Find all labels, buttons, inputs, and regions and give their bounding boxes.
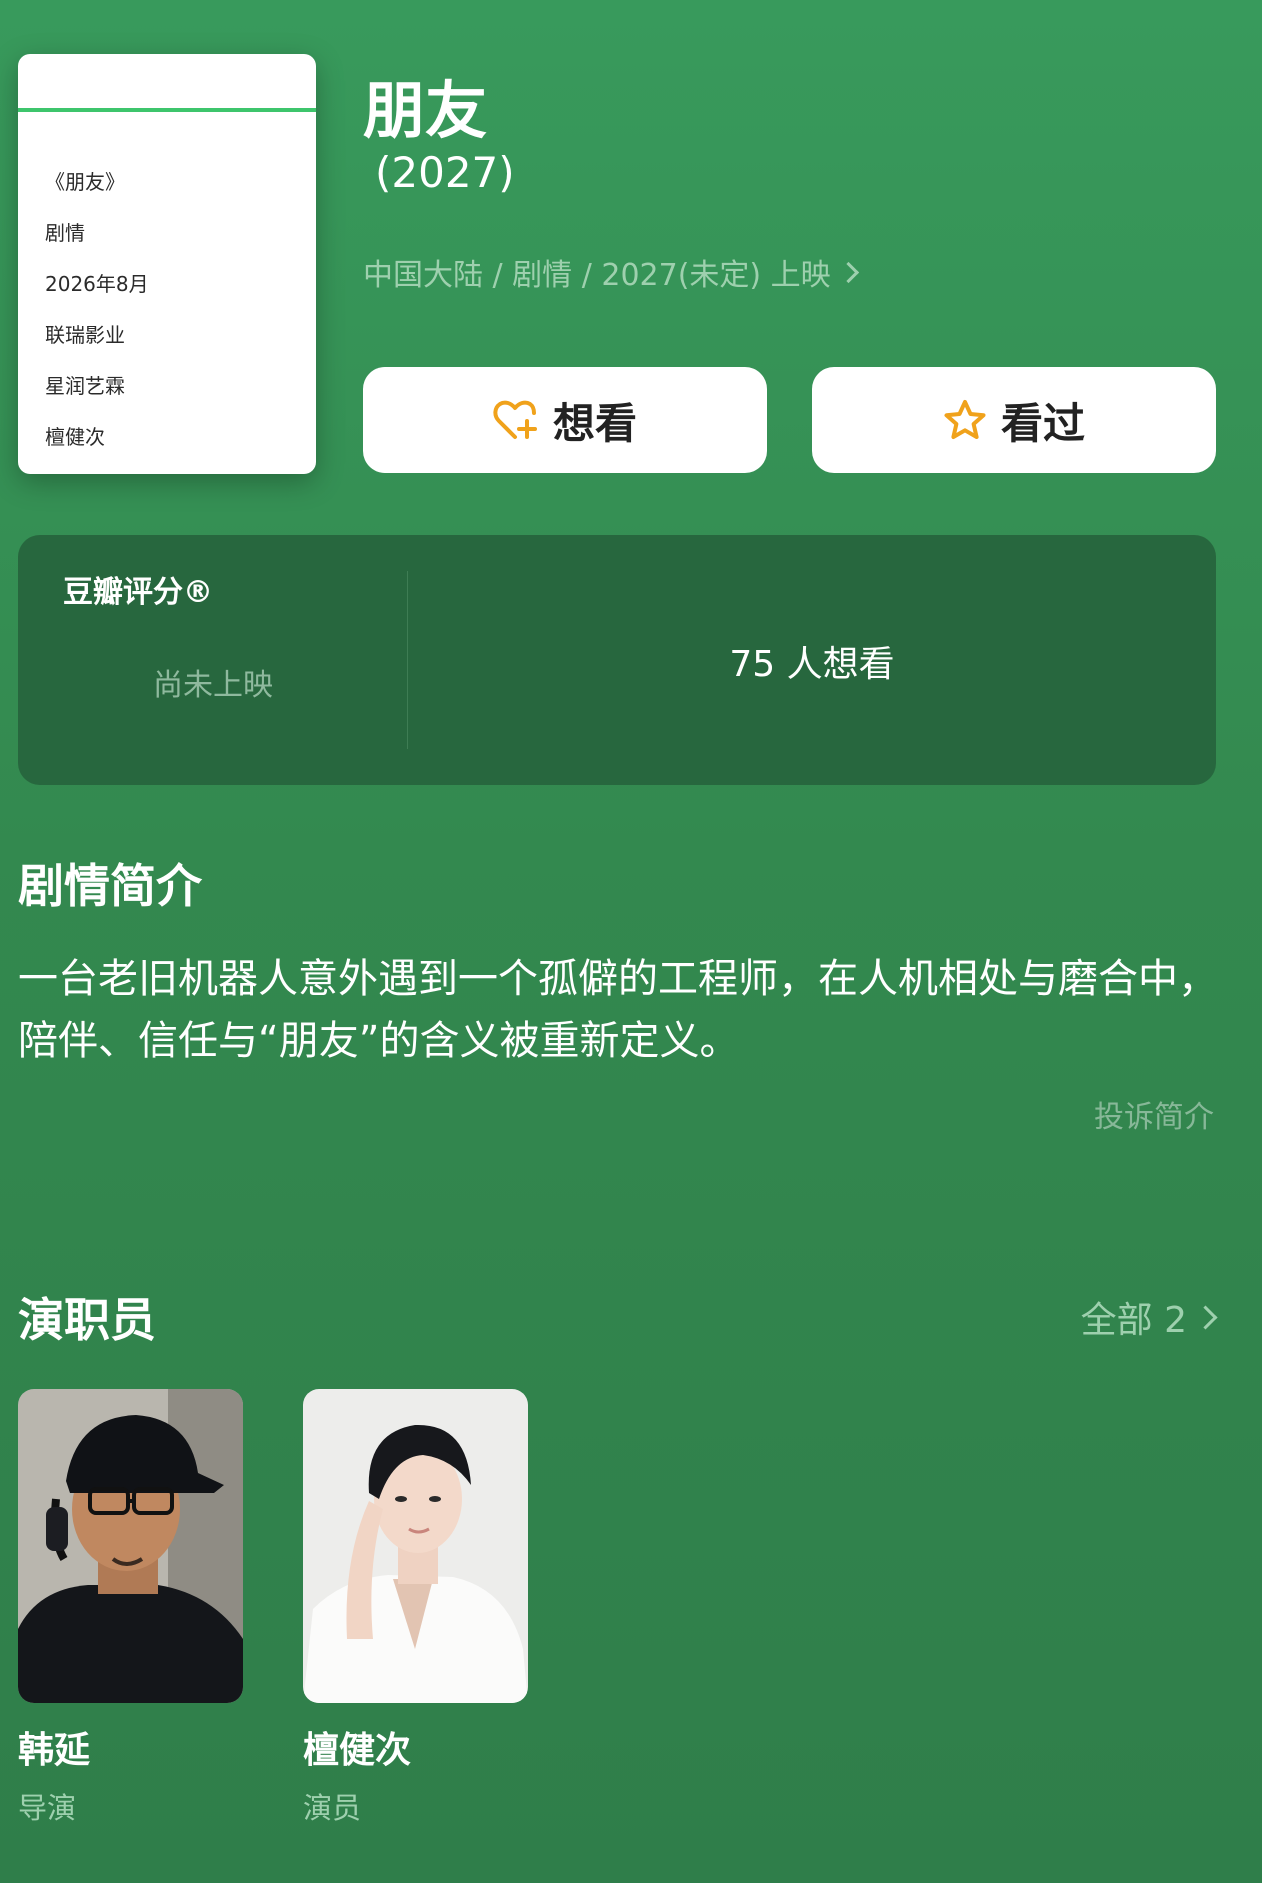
cast-name: 韩延 [18, 1730, 91, 1771]
cast-photo[interactable] [18, 1389, 243, 1703]
poster-line: 2026年8月 [45, 272, 149, 296]
chevron-right-icon [1193, 1304, 1218, 1330]
poster-line: 联瑞影业 [45, 323, 125, 347]
poster-divider [18, 108, 316, 112]
cast-role: 演员 [303, 1791, 362, 1825]
all-cast-link[interactable]: 全部 2 [1080, 1291, 1218, 1343]
cast-card[interactable]: 韩延 导演 [18, 1389, 243, 1827]
watched-label: 看过 [1000, 398, 1085, 448]
rating-brand: 豆瓣评分® [63, 575, 213, 610]
poster-line: 檀健次 [45, 425, 105, 449]
cast-photo[interactable] [303, 1389, 528, 1703]
want-count[interactable]: 75 人想看 [408, 635, 1216, 687]
cast-heading: 演职员 [18, 1293, 156, 1347]
report-synopsis-link[interactable]: 投诉简介 [1094, 1092, 1214, 1136]
rating-status: 尚未上映 [153, 668, 273, 703]
director-photo [18, 1389, 243, 1703]
rating-card: 豆瓣评分® 尚未上映 75 人想看 [18, 535, 1216, 785]
poster-line: 《朋友》 [45, 170, 125, 194]
cast-name: 檀健次 [303, 1730, 412, 1771]
poster-text-list: 《朋友》 剧情 2026年8月 联瑞影业 星润艺霖 檀健次 [45, 162, 306, 468]
all-cast-label: 全部 2 [1080, 1300, 1187, 1341]
movie-poster[interactable]: 《朋友》 剧情 2026年8月 联瑞影业 星润艺霖 檀健次 [18, 54, 316, 474]
poster-line: 剧情 [45, 221, 85, 245]
want-to-watch-button[interactable]: 想看 [363, 367, 767, 473]
watched-button[interactable]: 看过 [812, 367, 1216, 473]
cast-card[interactable]: 檀健次 演员 [303, 1389, 528, 1827]
poster-line: 星润艺霖 [45, 374, 125, 398]
actor-photo [303, 1389, 528, 1703]
movie-meta-link[interactable]: 中国大陆 / 剧情 / 2027(未定) 上映 [363, 250, 859, 294]
chevron-right-icon [837, 261, 859, 283]
heart-plus-icon [493, 400, 537, 439]
movie-meta-text: 中国大陆 / 剧情 / 2027(未定) 上映 [363, 258, 831, 293]
movie-year: (2027) [375, 148, 515, 197]
cast-role: 导演 [18, 1791, 77, 1825]
synopsis-text: 一台老旧机器人意外遇到一个孤僻的工程师，在人机相处与磨合中，陪伴、信任与“朋友”… [18, 956, 1218, 1064]
star-outline-icon [944, 400, 986, 439]
movie-title: 朋友 [363, 74, 488, 147]
want-to-watch-label: 想看 [552, 398, 637, 448]
synopsis-heading: 剧情简介 [18, 859, 202, 913]
